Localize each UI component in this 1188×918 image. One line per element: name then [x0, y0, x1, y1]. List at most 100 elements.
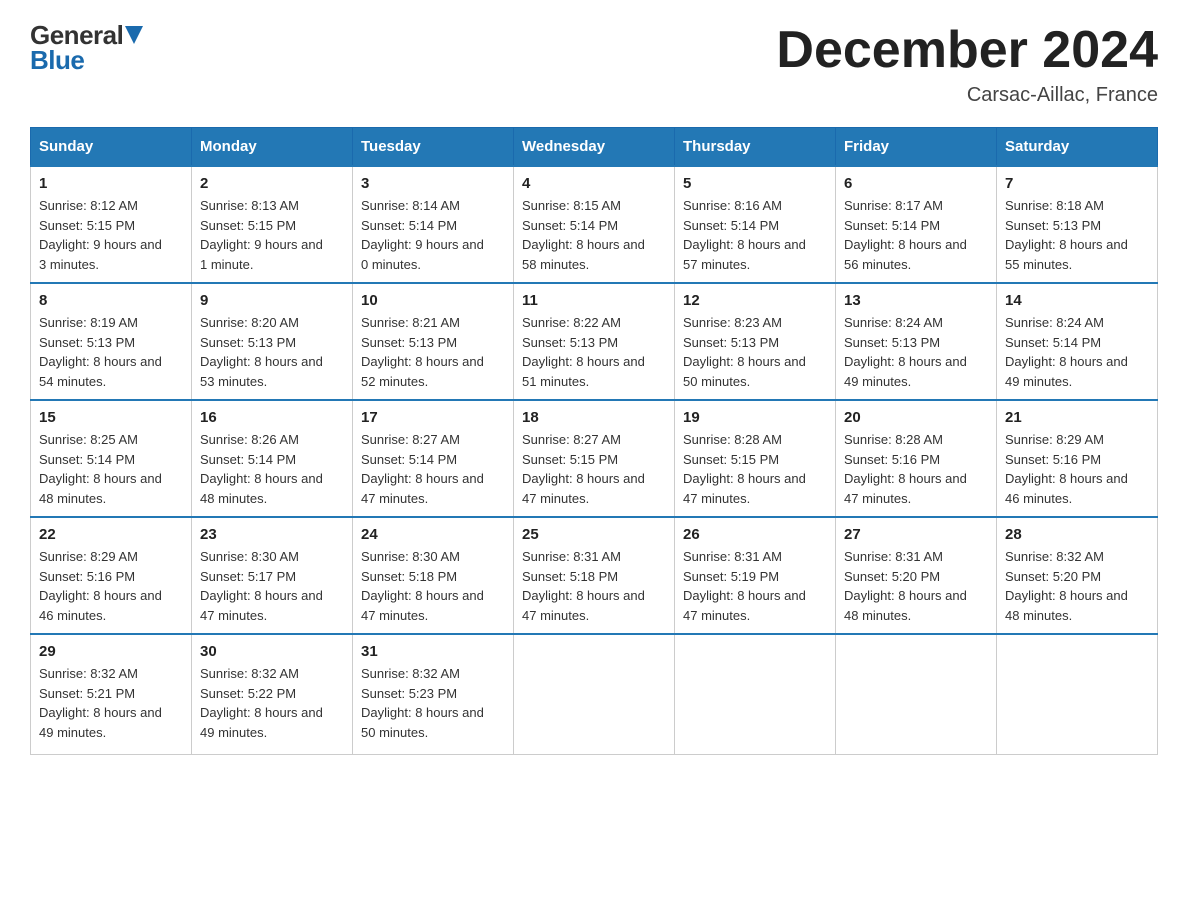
calendar-day-cell [514, 634, 675, 754]
day-info: Sunrise: 8:26 AM Sunset: 5:14 PM Dayligh… [200, 430, 344, 508]
title-area: December 2024 Carsac-Aillac, France [776, 20, 1158, 107]
calendar-day-cell: 21 Sunrise: 8:29 AM Sunset: 5:16 PM Dayl… [997, 400, 1158, 517]
day-number: 8 [39, 292, 183, 309]
calendar-day-cell: 14 Sunrise: 8:24 AM Sunset: 5:14 PM Dayl… [997, 283, 1158, 400]
day-info: Sunrise: 8:24 AM Sunset: 5:14 PM Dayligh… [1005, 313, 1149, 391]
day-number: 16 [200, 409, 344, 426]
day-number: 27 [844, 526, 988, 543]
day-number: 14 [1005, 292, 1149, 309]
calendar-day-cell: 1 Sunrise: 8:12 AM Sunset: 5:15 PM Dayli… [31, 166, 192, 283]
day-info: Sunrise: 8:30 AM Sunset: 5:17 PM Dayligh… [200, 547, 344, 625]
calendar-day-cell: 30 Sunrise: 8:32 AM Sunset: 5:22 PM Dayl… [192, 634, 353, 754]
day-number: 1 [39, 175, 183, 192]
day-number: 13 [844, 292, 988, 309]
calendar-day-cell: 26 Sunrise: 8:31 AM Sunset: 5:19 PM Dayl… [675, 517, 836, 634]
day-number: 28 [1005, 526, 1149, 543]
calendar-day-cell: 27 Sunrise: 8:31 AM Sunset: 5:20 PM Dayl… [836, 517, 997, 634]
calendar-week-row: 22 Sunrise: 8:29 AM Sunset: 5:16 PM Dayl… [31, 517, 1158, 634]
day-info: Sunrise: 8:13 AM Sunset: 5:15 PM Dayligh… [200, 196, 344, 274]
day-info: Sunrise: 8:27 AM Sunset: 5:14 PM Dayligh… [361, 430, 505, 508]
day-number: 22 [39, 526, 183, 543]
logo-triangle-icon [125, 26, 143, 44]
calendar-day-cell: 22 Sunrise: 8:29 AM Sunset: 5:16 PM Dayl… [31, 517, 192, 634]
day-info: Sunrise: 8:29 AM Sunset: 5:16 PM Dayligh… [1005, 430, 1149, 508]
day-of-week-header: Saturday [997, 128, 1158, 167]
logo-blue-text: Blue [30, 45, 84, 76]
month-title: December 2024 [776, 20, 1158, 80]
calendar-day-cell: 31 Sunrise: 8:32 AM Sunset: 5:23 PM Dayl… [353, 634, 514, 754]
day-number: 11 [522, 292, 666, 309]
day-info: Sunrise: 8:32 AM Sunset: 5:20 PM Dayligh… [1005, 547, 1149, 625]
day-number: 6 [844, 175, 988, 192]
day-number: 10 [361, 292, 505, 309]
calendar-day-cell: 3 Sunrise: 8:14 AM Sunset: 5:14 PM Dayli… [353, 166, 514, 283]
day-number: 20 [844, 409, 988, 426]
page-header: General Blue December 2024 Carsac-Aillac… [30, 20, 1158, 107]
logo: General Blue [30, 20, 143, 76]
day-info: Sunrise: 8:30 AM Sunset: 5:18 PM Dayligh… [361, 547, 505, 625]
day-of-week-header: Monday [192, 128, 353, 167]
day-number: 17 [361, 409, 505, 426]
day-info: Sunrise: 8:17 AM Sunset: 5:14 PM Dayligh… [844, 196, 988, 274]
calendar-day-cell: 5 Sunrise: 8:16 AM Sunset: 5:14 PM Dayli… [675, 166, 836, 283]
calendar-week-row: 15 Sunrise: 8:25 AM Sunset: 5:14 PM Dayl… [31, 400, 1158, 517]
calendar-day-cell: 28 Sunrise: 8:32 AM Sunset: 5:20 PM Dayl… [997, 517, 1158, 634]
calendar-day-cell: 7 Sunrise: 8:18 AM Sunset: 5:13 PM Dayli… [997, 166, 1158, 283]
day-of-week-header: Thursday [675, 128, 836, 167]
calendar-week-row: 29 Sunrise: 8:32 AM Sunset: 5:21 PM Dayl… [31, 634, 1158, 754]
day-number: 2 [200, 175, 344, 192]
day-number: 25 [522, 526, 666, 543]
day-number: 18 [522, 409, 666, 426]
day-info: Sunrise: 8:29 AM Sunset: 5:16 PM Dayligh… [39, 547, 183, 625]
day-of-week-header: Tuesday [353, 128, 514, 167]
calendar-day-cell: 2 Sunrise: 8:13 AM Sunset: 5:15 PM Dayli… [192, 166, 353, 283]
calendar-header-row: SundayMondayTuesdayWednesdayThursdayFrid… [31, 128, 1158, 167]
calendar-day-cell: 11 Sunrise: 8:22 AM Sunset: 5:13 PM Dayl… [514, 283, 675, 400]
calendar-day-cell: 23 Sunrise: 8:30 AM Sunset: 5:17 PM Dayl… [192, 517, 353, 634]
calendar-day-cell: 9 Sunrise: 8:20 AM Sunset: 5:13 PM Dayli… [192, 283, 353, 400]
day-info: Sunrise: 8:14 AM Sunset: 5:14 PM Dayligh… [361, 196, 505, 274]
day-info: Sunrise: 8:12 AM Sunset: 5:15 PM Dayligh… [39, 196, 183, 274]
day-number: 21 [1005, 409, 1149, 426]
day-number: 26 [683, 526, 827, 543]
day-number: 19 [683, 409, 827, 426]
calendar-day-cell: 6 Sunrise: 8:17 AM Sunset: 5:14 PM Dayli… [836, 166, 997, 283]
day-info: Sunrise: 8:22 AM Sunset: 5:13 PM Dayligh… [522, 313, 666, 391]
day-info: Sunrise: 8:32 AM Sunset: 5:21 PM Dayligh… [39, 664, 183, 742]
day-info: Sunrise: 8:32 AM Sunset: 5:22 PM Dayligh… [200, 664, 344, 742]
day-number: 24 [361, 526, 505, 543]
calendar-day-cell: 12 Sunrise: 8:23 AM Sunset: 5:13 PM Dayl… [675, 283, 836, 400]
day-info: Sunrise: 8:15 AM Sunset: 5:14 PM Dayligh… [522, 196, 666, 274]
day-of-week-header: Sunday [31, 128, 192, 167]
location-text: Carsac-Aillac, France [776, 84, 1158, 107]
day-number: 4 [522, 175, 666, 192]
day-of-week-header: Wednesday [514, 128, 675, 167]
day-info: Sunrise: 8:25 AM Sunset: 5:14 PM Dayligh… [39, 430, 183, 508]
calendar-day-cell: 4 Sunrise: 8:15 AM Sunset: 5:14 PM Dayli… [514, 166, 675, 283]
day-number: 9 [200, 292, 344, 309]
calendar-day-cell: 19 Sunrise: 8:28 AM Sunset: 5:15 PM Dayl… [675, 400, 836, 517]
calendar-day-cell: 25 Sunrise: 8:31 AM Sunset: 5:18 PM Dayl… [514, 517, 675, 634]
calendar-week-row: 8 Sunrise: 8:19 AM Sunset: 5:13 PM Dayli… [31, 283, 1158, 400]
day-number: 15 [39, 409, 183, 426]
day-info: Sunrise: 8:31 AM Sunset: 5:19 PM Dayligh… [683, 547, 827, 625]
day-info: Sunrise: 8:21 AM Sunset: 5:13 PM Dayligh… [361, 313, 505, 391]
day-info: Sunrise: 8:31 AM Sunset: 5:18 PM Dayligh… [522, 547, 666, 625]
calendar-day-cell: 13 Sunrise: 8:24 AM Sunset: 5:13 PM Dayl… [836, 283, 997, 400]
day-number: 29 [39, 643, 183, 660]
calendar-day-cell: 10 Sunrise: 8:21 AM Sunset: 5:13 PM Dayl… [353, 283, 514, 400]
day-info: Sunrise: 8:27 AM Sunset: 5:15 PM Dayligh… [522, 430, 666, 508]
day-info: Sunrise: 8:23 AM Sunset: 5:13 PM Dayligh… [683, 313, 827, 391]
day-number: 7 [1005, 175, 1149, 192]
day-info: Sunrise: 8:32 AM Sunset: 5:23 PM Dayligh… [361, 664, 505, 742]
day-info: Sunrise: 8:28 AM Sunset: 5:15 PM Dayligh… [683, 430, 827, 508]
calendar-day-cell: 15 Sunrise: 8:25 AM Sunset: 5:14 PM Dayl… [31, 400, 192, 517]
day-info: Sunrise: 8:28 AM Sunset: 5:16 PM Dayligh… [844, 430, 988, 508]
day-number: 5 [683, 175, 827, 192]
day-number: 23 [200, 526, 344, 543]
day-number: 12 [683, 292, 827, 309]
calendar-day-cell: 20 Sunrise: 8:28 AM Sunset: 5:16 PM Dayl… [836, 400, 997, 517]
calendar-day-cell [997, 634, 1158, 754]
calendar-week-row: 1 Sunrise: 8:12 AM Sunset: 5:15 PM Dayli… [31, 166, 1158, 283]
calendar-day-cell: 16 Sunrise: 8:26 AM Sunset: 5:14 PM Dayl… [192, 400, 353, 517]
